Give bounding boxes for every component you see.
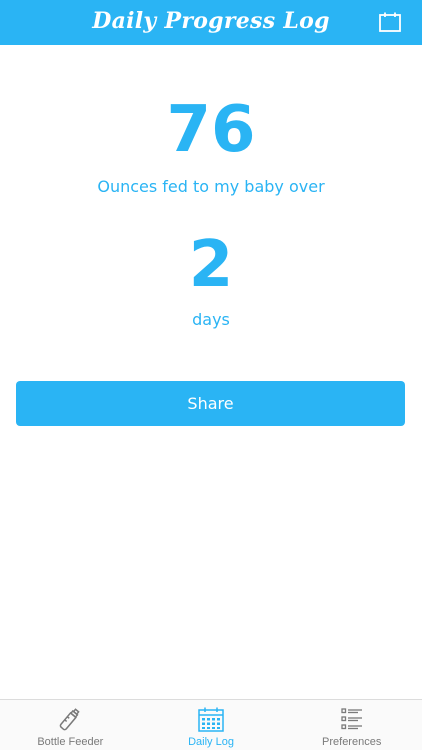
tab-preferences[interactable]: Preferences [281,700,422,750]
baby-bottle-icon [56,706,84,732]
tab-bottle-feeder[interactable]: Bottle Feeder [0,700,141,750]
share-button[interactable]: Share [16,381,405,426]
calendar-grid-icon [197,706,225,732]
ounces-value: 76 [166,93,256,167]
daily-log-content: 76 Ounces fed to my baby over 2 days Sha… [0,45,422,699]
calendar-icon[interactable] [379,12,401,32]
days-value: 2 [188,228,234,302]
page-title: Daily Progress Log [92,8,330,34]
days-label: days [192,310,230,329]
tab-label: Preferences [322,736,382,748]
tab-bar: Bottle Feeder Daily Log Preferences [0,699,422,750]
tab-label: Bottle Feeder [37,736,104,748]
list-icon [338,706,366,732]
tab-daily-log[interactable]: Daily Log [141,700,282,750]
tab-label: Daily Log [188,736,234,748]
ounces-label: Ounces fed to my baby over [97,177,325,196]
header-bar: Daily Progress Log [0,0,422,45]
